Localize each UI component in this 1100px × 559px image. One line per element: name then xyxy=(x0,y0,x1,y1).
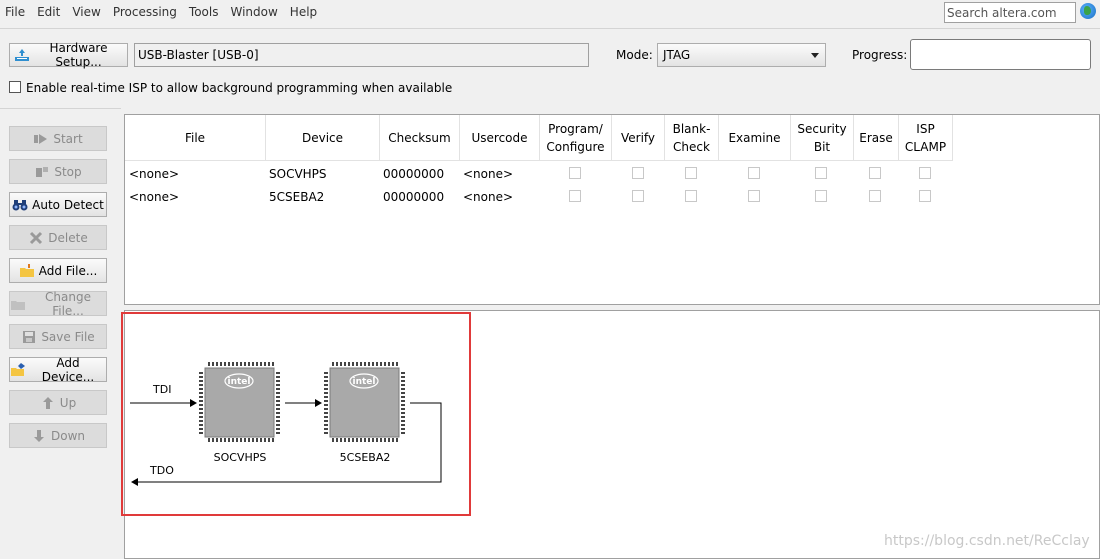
highlight-box xyxy=(121,312,471,516)
watermark: https://blog.csdn.net/ReCclay xyxy=(884,533,1090,549)
